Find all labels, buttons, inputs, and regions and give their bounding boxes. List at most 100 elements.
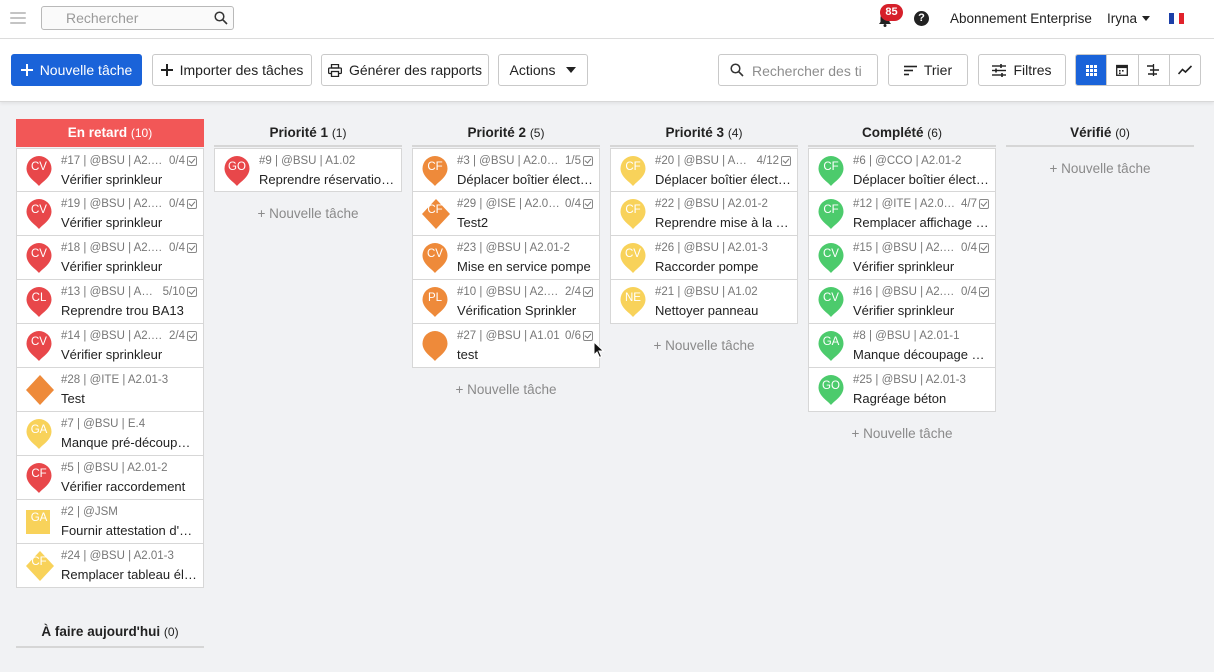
task-card[interactable]: CF #5 | @BSU | A2.01-2 Vérifier raccordeme… xyxy=(16,456,204,500)
task-card[interactable]: GO #9 | @BSU | A1.02 Reprendre réservation… xyxy=(214,148,402,192)
checklist-icon xyxy=(187,331,197,341)
task-card[interactable]: CV #16 | @BSU | A2.01-2 0/4 Vérifier sprink… xyxy=(808,280,996,324)
task-title: Raccorder pompe xyxy=(655,259,759,274)
new-task-button[interactable]: Nouvelle tâche xyxy=(11,54,142,86)
task-card[interactable]: PL #10 | @BSU | A2.01-3 2/4 Vérification Sp… xyxy=(412,280,600,324)
france-flag-icon[interactable] xyxy=(1169,13,1184,24)
task-search-input[interactable] xyxy=(752,63,872,79)
import-tasks-button[interactable]: Importer des tâches xyxy=(152,54,312,86)
task-marker-pin-icon: CV xyxy=(817,286,845,318)
task-card[interactable]: CF #29 | @ISE | A2.01-3 0/4 Test2 xyxy=(412,192,600,236)
card-list: CF #20 | @BSU | A2.0... 4/12 Déplacer boîti… xyxy=(610,148,798,324)
column-name: Vérifié xyxy=(1070,125,1112,140)
task-card[interactable]: NE #21 | @BSU | A1.02 Nettoyer panneau xyxy=(610,280,798,324)
column-header: Priorité 2 (5) xyxy=(412,119,600,147)
today-column-header: À faire aujourd'hui (0) xyxy=(16,624,204,648)
global-search-input[interactable] xyxy=(66,10,206,26)
task-card[interactable]: CF #24 | @BSU | A2.01-3 Remplacer tableau … xyxy=(16,544,204,588)
task-card[interactable]: CV #26 | @BSU | A2.01-3 Raccorder pompe xyxy=(610,236,798,280)
task-assignee-initials: CV xyxy=(31,336,47,348)
task-reference: #27 | @BSU | A1.01 xyxy=(457,330,560,342)
generate-reports-button[interactable]: Générer des rapports xyxy=(321,54,489,86)
checklist-icon xyxy=(979,287,989,297)
task-card[interactable]: CV #14 | @BSU | A2.01-2 2/4 Vérifier sprink… xyxy=(16,324,204,368)
notification-badge[interactable]: 85 xyxy=(880,4,903,21)
task-card[interactable]: CF #12 | @ITE | A2.01-2 4/7 Remplacer affic… xyxy=(808,192,996,236)
task-card[interactable]: CV #18 | @BSU | A2.01-2 0/4 Vérifier sprink… xyxy=(16,236,204,280)
gantt-view-icon[interactable] xyxy=(1137,55,1169,85)
task-card[interactable]: CF #3 | @BSU | A2.01-3 1/5 Déplacer boîtier… xyxy=(412,148,600,192)
calendar-view-icon[interactable] xyxy=(1106,55,1137,85)
filters-button[interactable]: Filtres xyxy=(978,54,1066,86)
task-title: Remplacer affichage LED xyxy=(853,215,989,230)
task-marker-pin-icon: GO xyxy=(817,374,845,406)
task-card[interactable]: GA #2 | @JSM Fournir attestation d'as... xyxy=(16,500,204,544)
column-header: Complété (6) xyxy=(808,119,996,147)
task-card[interactable]: CV #19 | @BSU | A2.01-2 0/4 Vérifier sprink… xyxy=(16,192,204,236)
task-assignee-initials: CV xyxy=(31,161,47,173)
task-reference: #15 | @BSU | A2.01-2 xyxy=(853,242,957,254)
task-marker-pin-icon: CV xyxy=(25,155,53,187)
chart-view-icon[interactable] xyxy=(1168,55,1200,85)
subscription-plan[interactable]: Abonnement Enterprise xyxy=(950,11,1092,26)
task-search[interactable] xyxy=(718,54,878,86)
today-column-count: (0) xyxy=(163,625,179,639)
task-reference: #22 | @BSU | A2.01-2 xyxy=(655,198,768,210)
sort-label: Trier xyxy=(923,62,953,78)
actions-dropdown[interactable]: Actions xyxy=(498,54,588,86)
task-marker-pin-icon: CF xyxy=(421,155,449,187)
task-assignee-initials: CV xyxy=(823,248,839,260)
task-reference: #3 | @BSU | A2.01-3 xyxy=(457,155,561,167)
column-header: Vérifié (0) xyxy=(1006,119,1194,147)
user-menu[interactable]: Iryna xyxy=(1107,11,1151,26)
printer-icon xyxy=(327,63,342,77)
task-checklist-progress: 4/7 xyxy=(961,198,977,210)
task-card[interactable]: #27 | @BSU | A1.01 0/6 test xyxy=(412,324,600,368)
column-name: Complété xyxy=(862,125,924,140)
task-card[interactable]: GA #7 | @BSU | E.4 Manque pré-découpure... xyxy=(16,412,204,456)
add-task-link[interactable]: + Nouvelle tâche xyxy=(214,206,402,221)
column-count: (0) xyxy=(1115,126,1130,140)
task-assignee-initials: GA xyxy=(822,336,840,348)
task-assignee-initials: CV xyxy=(31,204,47,216)
column: Priorité 3 (4) CF #20 | @BSU | A2.0... 4/12… xyxy=(610,119,798,353)
plus-icon xyxy=(20,64,33,76)
sort-button[interactable]: Trier xyxy=(888,54,968,86)
task-card[interactable]: CF #20 | @BSU | A2.0... 4/12 Déplacer boîti… xyxy=(610,148,798,192)
column-count: (10) xyxy=(130,126,153,140)
checklist-icon xyxy=(583,156,593,166)
task-reference: #24 | @BSU | A2.01-3 xyxy=(61,550,174,562)
task-card[interactable]: CL #13 | @BSU | A2.0... 5/10 Reprendre trou… xyxy=(16,280,204,324)
task-assignee-initials: CV xyxy=(427,248,443,260)
column-header: En retard (10) xyxy=(16,119,204,147)
column: Priorité 1 (1) GO #9 | @BSU | A1.02 Reprend… xyxy=(214,119,402,221)
add-task-link[interactable]: + Nouvelle tâche xyxy=(610,338,798,353)
chevron-down-icon xyxy=(1142,16,1151,21)
global-search[interactable] xyxy=(41,6,234,30)
task-card[interactable]: CV #15 | @BSU | A2.01-2 0/4 Vérifier sprink… xyxy=(808,236,996,280)
task-marker-pin-icon: CV xyxy=(25,242,53,274)
task-marker-pin-icon: CV xyxy=(619,242,647,274)
task-assignee-initials: GO xyxy=(228,161,246,173)
add-task-link[interactable]: + Nouvelle tâche xyxy=(1006,161,1194,176)
task-reference: #16 | @BSU | A2.01-2 xyxy=(853,286,957,298)
menu-icon[interactable] xyxy=(10,12,26,24)
task-card[interactable]: CF #22 | @BSU | A2.01-2 Reprendre mise à l… xyxy=(610,192,798,236)
task-card[interactable]: CV #17 | @BSU | A2.01-2 0/4 Vérifier sprink… xyxy=(16,148,204,192)
task-card[interactable]: GA #8 | @BSU | A2.01-1 Manque découpage pa… xyxy=(808,324,996,368)
task-assignee-initials: NE xyxy=(625,292,641,304)
task-title: Test xyxy=(61,391,85,406)
checklist-icon xyxy=(583,331,593,341)
task-reference: #23 | @BSU | A2.01-2 xyxy=(457,242,570,254)
task-card[interactable]: CF #6 | @CCO | A2.01-2 Déplacer boîtier él… xyxy=(808,148,996,192)
search-icon[interactable] xyxy=(214,11,228,25)
grid-view-icon[interactable] xyxy=(1076,55,1107,85)
task-marker-diamond-icon: CF xyxy=(421,198,450,230)
task-card[interactable]: #28 | @ITE | A2.01-3 Test xyxy=(16,368,204,412)
column-header: Priorité 3 (4) xyxy=(610,119,798,147)
add-task-link[interactable]: + Nouvelle tâche xyxy=(412,382,600,397)
task-card[interactable]: GO #25 | @BSU | A2.01-3 Ragréage béton xyxy=(808,368,996,412)
help-icon[interactable]: ? xyxy=(914,11,929,26)
task-card[interactable]: CV #23 | @BSU | A2.01-2 Mise en service po… xyxy=(412,236,600,280)
add-task-link[interactable]: + Nouvelle tâche xyxy=(808,426,996,441)
